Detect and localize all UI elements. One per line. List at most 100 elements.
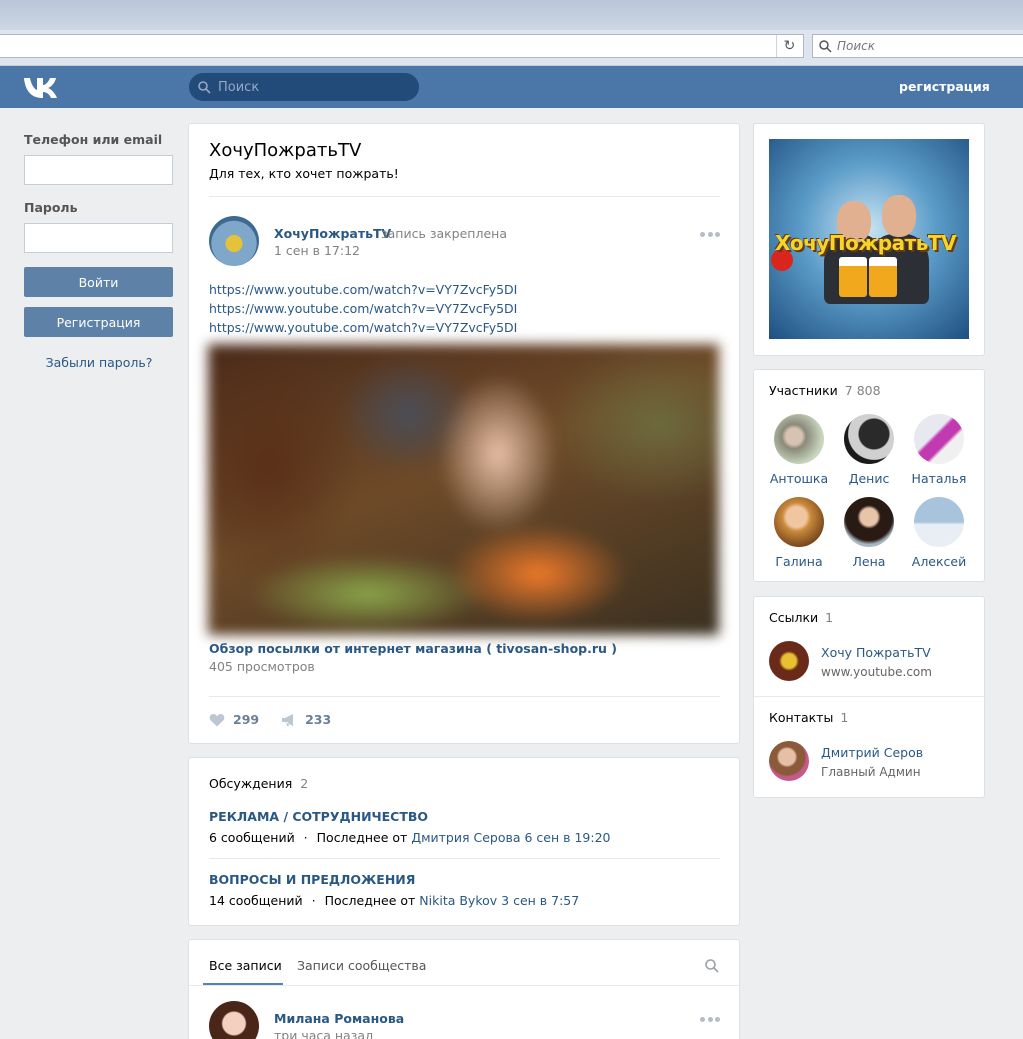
divider	[209, 696, 720, 697]
refresh-icon[interactable]: ↻	[776, 35, 802, 57]
search-icon	[819, 39, 832, 53]
member-name: Денис	[848, 471, 890, 486]
divider	[754, 696, 986, 697]
topic-title-link[interactable]: РЕКЛАМА / СОТРУДНИЧЕСТВО	[209, 809, 428, 824]
avatar	[914, 414, 964, 464]
pinned-label: запись закреплена	[381, 226, 507, 241]
contacts-title: Контакты	[769, 710, 834, 725]
password-field[interactable]	[24, 223, 173, 253]
password-label: Пароль	[24, 200, 78, 215]
members-count: 7 808	[844, 383, 881, 398]
share-count[interactable]: 233	[305, 712, 331, 727]
link-avatar[interactable]	[769, 641, 809, 681]
address-bar[interactable]	[0, 34, 804, 58]
post-link[interactable]: https://www.youtube.com/watch?v=VY7ZvcFy…	[209, 280, 517, 299]
member-item[interactable]: Галина	[764, 497, 834, 569]
register-button[interactable]: Регистрация	[24, 307, 173, 337]
browser-tab-strip	[0, 0, 1023, 30]
feed-post-more-icon[interactable]	[700, 1017, 720, 1023]
site-header: Поиск регистрация	[0, 66, 1023, 108]
phone-field[interactable]	[24, 155, 173, 185]
browser-search-input[interactable]: Поиск	[812, 34, 1023, 58]
forgot-password-link[interactable]: Забыли пароль?	[24, 355, 174, 370]
discussions-title: Обсуждения	[209, 776, 293, 791]
post-link[interactable]: https://www.youtube.com/watch?v=VY7ZvcFy…	[209, 318, 517, 337]
tab-community-posts[interactable]: Записи сообщества	[297, 958, 426, 973]
post-author-avatar[interactable]	[209, 216, 259, 266]
topic-meta: 6 сообщений · Последнее от Дмитрия Серов…	[209, 830, 611, 845]
members-title: Участники	[769, 383, 838, 398]
member-item[interactable]: Алексей	[904, 497, 974, 569]
topic-last-author-link[interactable]: Nikita Bykov	[419, 893, 497, 908]
links-title: Ссылки	[769, 610, 819, 625]
post-date[interactable]: 1 сен в 17:12	[274, 243, 360, 258]
member-item[interactable]: Денис	[834, 414, 904, 486]
contact-name[interactable]: Дмитрий Серов	[821, 745, 923, 760]
video-thumbnail[interactable]	[208, 344, 719, 635]
topic-last-author-link[interactable]: Дмитрия Серова	[411, 830, 520, 845]
divider	[189, 985, 739, 986]
avatar	[844, 497, 894, 547]
contact-avatar[interactable]	[769, 741, 809, 781]
like-icon[interactable]	[209, 713, 225, 727]
post-author-link[interactable]: ХочуПожратьTV	[274, 226, 391, 241]
members-header[interactable]: Участники 7 808	[769, 383, 881, 398]
discussions-count: 2	[300, 776, 309, 791]
feed-post-avatar[interactable]	[209, 1001, 259, 1039]
avatar	[914, 497, 964, 547]
link-title[interactable]: Хочу ПожратьTV	[821, 645, 931, 660]
member-item[interactable]: Антошка	[764, 414, 834, 486]
cover-card: ХочуПожратьTV	[753, 123, 985, 356]
avatar	[774, 414, 824, 464]
topic-messages: 6 сообщений	[209, 830, 295, 845]
topic-last-date-link[interactable]: 3 сен в 7:57	[501, 893, 579, 908]
member-name: Антошка	[769, 471, 829, 486]
contact-role: Главный Админ	[821, 765, 921, 779]
tab-all-posts[interactable]: Все записи	[209, 958, 282, 973]
feed-post-date[interactable]: три часа назад	[274, 1028, 374, 1039]
post-more-icon[interactable]	[700, 232, 720, 238]
separator: ·	[303, 830, 308, 845]
login-button[interactable]: Войти	[24, 267, 173, 297]
discussions-card: Обсуждения 2 РЕКЛАМА / СОТРУДНИЧЕСТВО 6 …	[188, 757, 740, 926]
divider	[209, 858, 720, 859]
contacts-header[interactable]: Контакты 1	[769, 710, 848, 725]
site-search-input[interactable]: Поиск	[189, 73, 419, 101]
member-name: Наталья	[911, 471, 967, 486]
member-name: Галина	[775, 554, 823, 569]
search-icon	[198, 80, 211, 94]
links-count: 1	[825, 610, 834, 625]
search-icon[interactable]	[705, 959, 719, 973]
topic-meta: 14 сообщений · Последнее от Nikita Bykov…	[209, 893, 579, 908]
members-card: Участники 7 808 Антошка Денис Наталья Га…	[753, 369, 985, 582]
group-card: ХочуПожратьTV Для тех, кто хочет пожрать…	[188, 123, 740, 744]
links-header[interactable]: Ссылки 1	[769, 610, 833, 625]
video-views: 405 просмотров	[209, 659, 315, 674]
post-actions: 299 233	[209, 712, 331, 727]
post-text: https://www.youtube.com/watch?v=VY7ZvcFy…	[209, 280, 517, 337]
member-name: Лена	[852, 554, 886, 569]
avatar	[774, 497, 824, 547]
discussions-header[interactable]: Обсуждения 2	[209, 776, 308, 791]
post-link[interactable]: https://www.youtube.com/watch?v=VY7ZvcFy…	[209, 299, 517, 318]
contacts-count: 1	[840, 710, 849, 725]
divider	[209, 196, 720, 197]
topic-last-date-link[interactable]: 6 сен в 19:20	[525, 830, 611, 845]
member-item[interactable]: Наталья	[904, 414, 974, 486]
login-form: Телефон или email Пароль Войти Регистрац…	[24, 132, 174, 370]
vk-logo-icon[interactable]	[23, 76, 59, 98]
wall-card: Все записи Записи сообщества Милана Рома…	[188, 939, 740, 1039]
like-count[interactable]: 299	[233, 712, 259, 727]
link-url: www.youtube.com	[821, 665, 932, 679]
topic-title-link[interactable]: ВОПРОСЫ И ПРЕДЛОЖЕНИЯ	[209, 872, 415, 887]
avatar	[844, 414, 894, 464]
share-icon[interactable]	[281, 713, 297, 727]
header-register-link[interactable]: регистрация	[899, 79, 990, 94]
member-item[interactable]: Лена	[834, 497, 904, 569]
browser-toolbar: ↻ Поиск	[0, 30, 1023, 66]
topic-messages: 14 сообщений	[209, 893, 303, 908]
group-cover-image[interactable]: ХочуПожратьTV	[769, 139, 969, 339]
cover-text: ХочуПожратьTV	[775, 231, 956, 255]
feed-post-author-link[interactable]: Милана Романова	[274, 1011, 404, 1026]
video-title-link[interactable]: Обзор посылки от интернет магазина ( tiv…	[209, 641, 617, 656]
